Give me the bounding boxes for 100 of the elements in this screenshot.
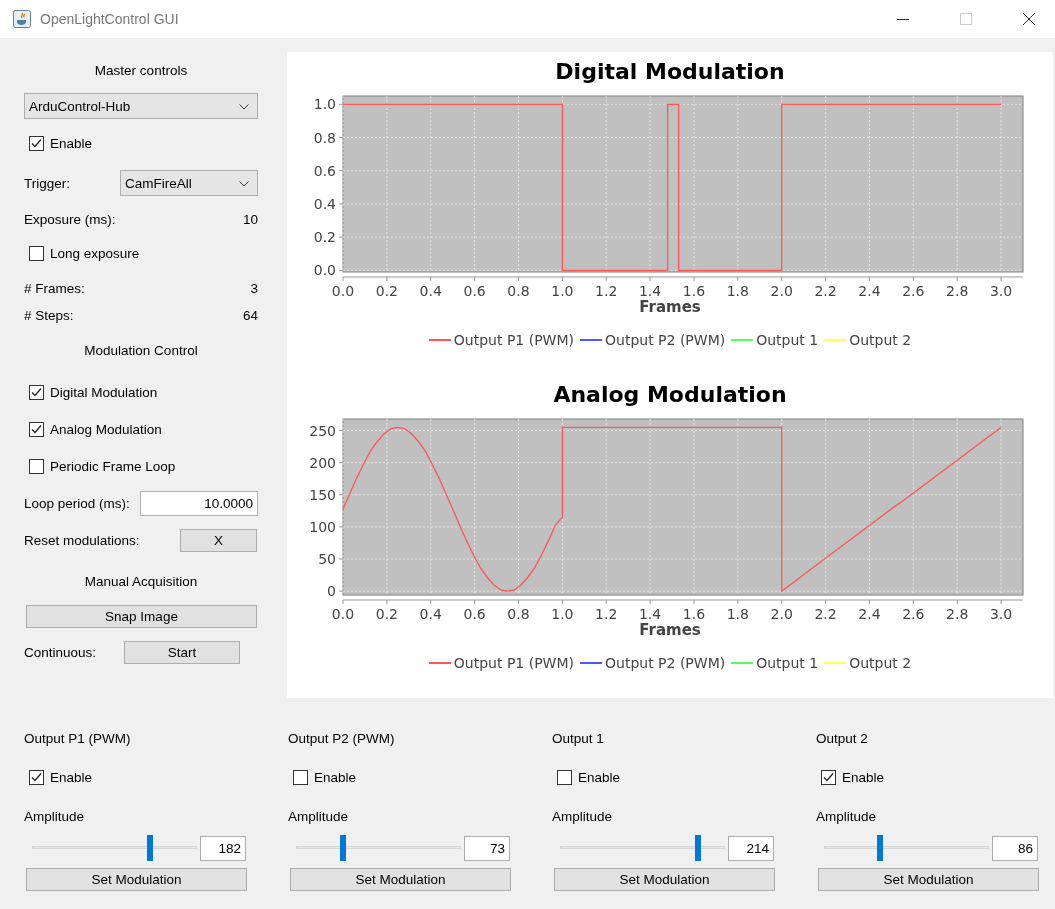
section-heading: Manual Acquisition — [84, 573, 198, 589]
modulation-checkbox[interactable] — [29, 385, 44, 400]
enable-checkbox[interactable] — [557, 769, 572, 785]
trigger-dropdown[interactable]: CamFireAll — [120, 170, 258, 196]
x-tick-label: 2.6 — [902, 283, 925, 299]
field-label: Amplitude — [288, 808, 349, 824]
x-tick-label: 2.0 — [770, 606, 793, 622]
x-tick-label: 0.8 — [507, 283, 530, 299]
enable-checkbox[interactable] — [821, 769, 836, 785]
loop-period-field[interactable]: 10.0000 — [140, 490, 258, 516]
x-tick-label: 1.0 — [551, 283, 574, 299]
set-modulation-button[interactable]: Set Modulation — [818, 868, 1039, 891]
x-tick-label: 1.2 — [595, 283, 618, 299]
y-tick-label: 0.2 — [313, 229, 336, 246]
field-label: Amplitude — [816, 808, 877, 824]
set-modulation-button[interactable]: Set Modulation — [554, 868, 775, 891]
y-tick-label: 200 — [309, 454, 336, 471]
field-value: 10 — [242, 211, 258, 227]
amplitude-field[interactable]: 214 — [728, 835, 774, 861]
output-heading: Output 1 — [552, 730, 604, 746]
field-label: Trigger: — [24, 175, 70, 191]
amplitude-slider[interactable] — [32, 835, 197, 861]
slider-thumb[interactable] — [695, 835, 702, 861]
axis-title: Frames — [639, 298, 701, 318]
checkbox-label: Analog Modulation — [50, 422, 162, 437]
device-dropdown[interactable]: ArduControl-Hub — [24, 93, 258, 119]
x-tick-label: 1.8 — [726, 606, 749, 622]
amplitude-field[interactable]: 182 — [200, 835, 246, 861]
x-tick-label: 3.0 — [989, 283, 1013, 299]
section-heading: Modulation Control — [84, 342, 198, 358]
x-tick-label: 0.2 — [375, 283, 398, 299]
field-label: Reset modulations: — [24, 532, 140, 548]
x-tick-label: 1.0 — [551, 606, 574, 622]
field-label: Amplitude — [24, 808, 85, 824]
java-app-icon — [13, 10, 31, 28]
y-tick-label: 1.0 — [313, 96, 336, 113]
long-exposure-checkbox[interactable] — [29, 245, 44, 261]
snap-image-button[interactable]: Snap Image — [26, 604, 257, 628]
legend-label: Output P1 (PWM) — [453, 332, 574, 348]
reset-button[interactable]: X — [180, 528, 257, 552]
legend-label: Output P1 (PWM) — [453, 655, 574, 671]
enable-checkbox[interactable] — [29, 135, 44, 151]
legend-label: Output 1 — [756, 332, 819, 348]
x-tick-label: 1.8 — [726, 283, 749, 299]
start-button[interactable]: Start — [124, 640, 240, 664]
section-heading: Master controls — [94, 62, 188, 78]
modulation-checkbox[interactable] — [29, 422, 44, 437]
x-tick-label: 3.0 — [989, 606, 1013, 622]
y-tick-label: 0.4 — [313, 195, 336, 212]
chart-title: Analog Modulation — [553, 381, 787, 409]
enable-checkbox[interactable] — [29, 769, 44, 785]
close-icon[interactable] — [1023, 13, 1035, 25]
chart-title: Digital Modulation — [555, 58, 785, 86]
checkbox-label: Periodic Frame Loop — [50, 459, 176, 474]
y-tick-label: 0 — [327, 583, 336, 600]
caret-icon — [239, 181, 249, 187]
legend-label: Output P2 (PWM) — [605, 332, 726, 348]
amplitude-field[interactable]: 73 — [464, 835, 510, 861]
field-value: 64 — [242, 307, 258, 323]
field-label: # Frames: — [24, 280, 85, 296]
set-modulation-button[interactable]: Set Modulation — [26, 868, 247, 891]
caret-icon — [239, 104, 249, 110]
checkbox-label: Long exposure — [50, 245, 140, 261]
x-tick-label: 2.2 — [814, 606, 837, 622]
x-tick-label: 0.8 — [507, 606, 530, 622]
axis-title: Frames — [639, 621, 701, 641]
legend-label: Output 1 — [756, 655, 819, 671]
field-label: # Steps: — [24, 307, 74, 323]
amplitude-field[interactable]: 86 — [992, 835, 1038, 861]
x-tick-label: 2.0 — [770, 283, 793, 299]
x-tick-label: 0.6 — [463, 606, 486, 622]
checkbox-label: Enable — [578, 769, 621, 785]
field-label: Loop period (ms): — [24, 495, 130, 511]
amplitude-slider[interactable] — [824, 835, 989, 861]
legend-label: Output 2 — [849, 655, 912, 671]
slider-thumb[interactable] — [146, 835, 153, 861]
slider-thumb[interactable] — [876, 835, 883, 861]
slider-thumb[interactable] — [340, 835, 347, 861]
x-tick-label: 2.8 — [946, 606, 969, 622]
x-tick-label: 0.4 — [419, 283, 442, 299]
x-tick-label: 0.4 — [419, 606, 442, 622]
x-tick-label: 2.4 — [858, 606, 881, 622]
y-tick-label: 50 — [318, 551, 336, 568]
field-label: Exposure (ms): — [24, 211, 116, 227]
x-tick-label: 1.6 — [682, 283, 706, 299]
x-tick-label: 2.4 — [858, 283, 881, 299]
checkbox-label: Enable — [50, 135, 93, 151]
field-label: Continuous: — [24, 644, 98, 660]
x-tick-label: 1.4 — [638, 606, 662, 622]
amplitude-slider[interactable] — [560, 835, 725, 861]
enable-checkbox[interactable] — [293, 769, 308, 785]
y-tick-label: 100 — [309, 518, 336, 535]
modulation-checkbox[interactable] — [29, 459, 44, 474]
checkbox-label: Enable — [314, 769, 357, 785]
amplitude-slider[interactable] — [296, 835, 461, 861]
x-tick-label: 1.2 — [595, 606, 618, 622]
x-tick-label: 0.6 — [463, 283, 486, 299]
y-tick-label: 250 — [309, 422, 336, 439]
set-modulation-button[interactable]: Set Modulation — [290, 868, 511, 891]
y-tick-label: 0.8 — [313, 129, 336, 146]
